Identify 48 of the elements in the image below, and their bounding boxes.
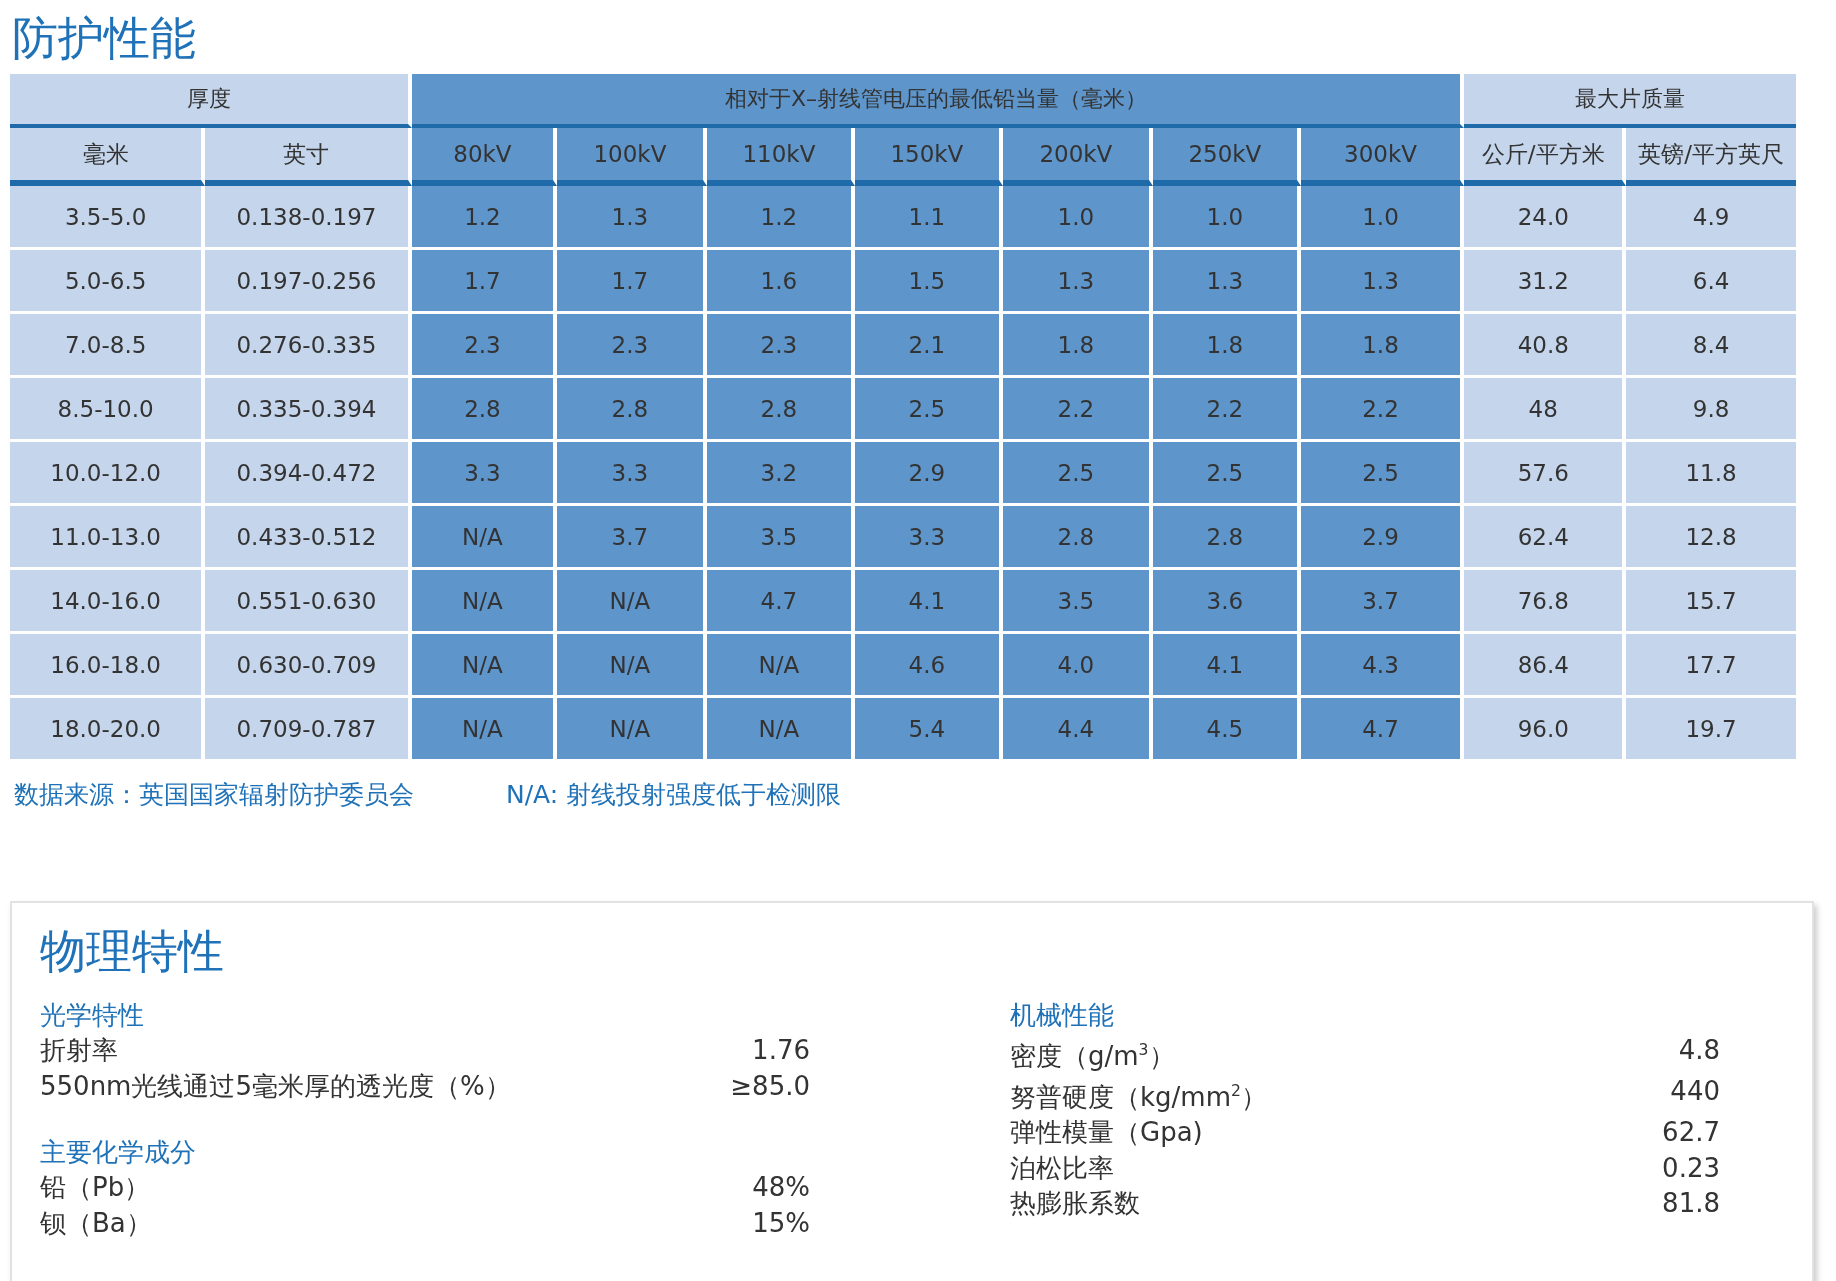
column-header-cell: 英寸 <box>205 128 412 186</box>
property-label: 550nm光线通过5毫米厚的透光度（%） <box>40 1069 511 1103</box>
property-label: 折射率 <box>40 1034 118 1067</box>
property-value: 62.7 <box>1662 1116 1720 1150</box>
column-header-cell: 100kV <box>557 128 707 186</box>
column-header-cell: 80kV <box>411 128 558 186</box>
property-value: 440 <box>1670 1075 1720 1109</box>
property-value: 15% <box>752 1206 810 1240</box>
table-cell: 15.7 <box>1626 570 1796 634</box>
section-title: 防护性能 <box>12 10 197 67</box>
group-header-cell: 厚度 <box>10 74 412 128</box>
group-header-cell: 相对于X–射线管电压的最低铅当量（毫米） <box>411 74 1465 128</box>
property-label: 热膨胀系数 <box>1010 1187 1140 1221</box>
table-cell: 6.4 <box>1626 250 1796 314</box>
property-value: 4.8 <box>1678 1034 1720 1067</box>
column-header-cell: 110kV <box>706 128 856 186</box>
column-header-cell: 250kV <box>1153 128 1301 186</box>
footnote: N/A: 射线投射强度低于检测限 <box>506 779 842 811</box>
subsection-heading: 主要化学成分 <box>40 1136 197 1169</box>
column-header-cell: 150kV <box>855 128 1003 186</box>
property-label: 钡（Ba） <box>40 1206 152 1240</box>
property-label: 弹性模量（Gpa) <box>1010 1116 1203 1150</box>
table-cell: 8.4 <box>1626 314 1796 378</box>
subsection-heading: 机械性能 <box>1010 999 1115 1032</box>
table-cell: 12.8 <box>1626 506 1796 570</box>
property-label: 泊松比率 <box>1010 1151 1114 1185</box>
property-value: ≥85.0 <box>730 1069 810 1103</box>
column-header-cell: 300kV <box>1300 128 1465 186</box>
property-label: 铅（Pb） <box>40 1171 151 1204</box>
property-value: 81.8 <box>1662 1187 1720 1221</box>
group-header-cell: 最大片质量 <box>1464 74 1796 128</box>
footnote: 数据来源：英国国家辐射防护委员会 <box>14 779 414 811</box>
property-label: 密度（g/m$^{3}$） <box>1010 1039 1175 1073</box>
table-cell: 9.8 <box>1626 378 1796 442</box>
property-value: 48% <box>752 1171 810 1204</box>
section-title: 物理特性 <box>40 923 225 980</box>
column-header-cell: 公斤/平方米 <box>1464 128 1627 186</box>
column-header-cell: 英镑/平方英尺 <box>1626 128 1796 186</box>
column-header-cell: 毫米 <box>10 128 206 186</box>
table-cell: 4.9 <box>1626 186 1796 250</box>
table-cell: 17.7 <box>1626 634 1796 698</box>
subsection-heading: 光学特性 <box>40 999 145 1032</box>
property-label: 努普硬度（kg/mm$^{2}$） <box>1010 1080 1267 1114</box>
property-value: 1.76 <box>752 1034 810 1067</box>
column-header-cell: 200kV <box>1002 128 1154 186</box>
table-cell: 11.8 <box>1626 442 1796 506</box>
table-cell: 19.7 <box>1626 698 1796 762</box>
property-value: 0.23 <box>1662 1151 1720 1185</box>
